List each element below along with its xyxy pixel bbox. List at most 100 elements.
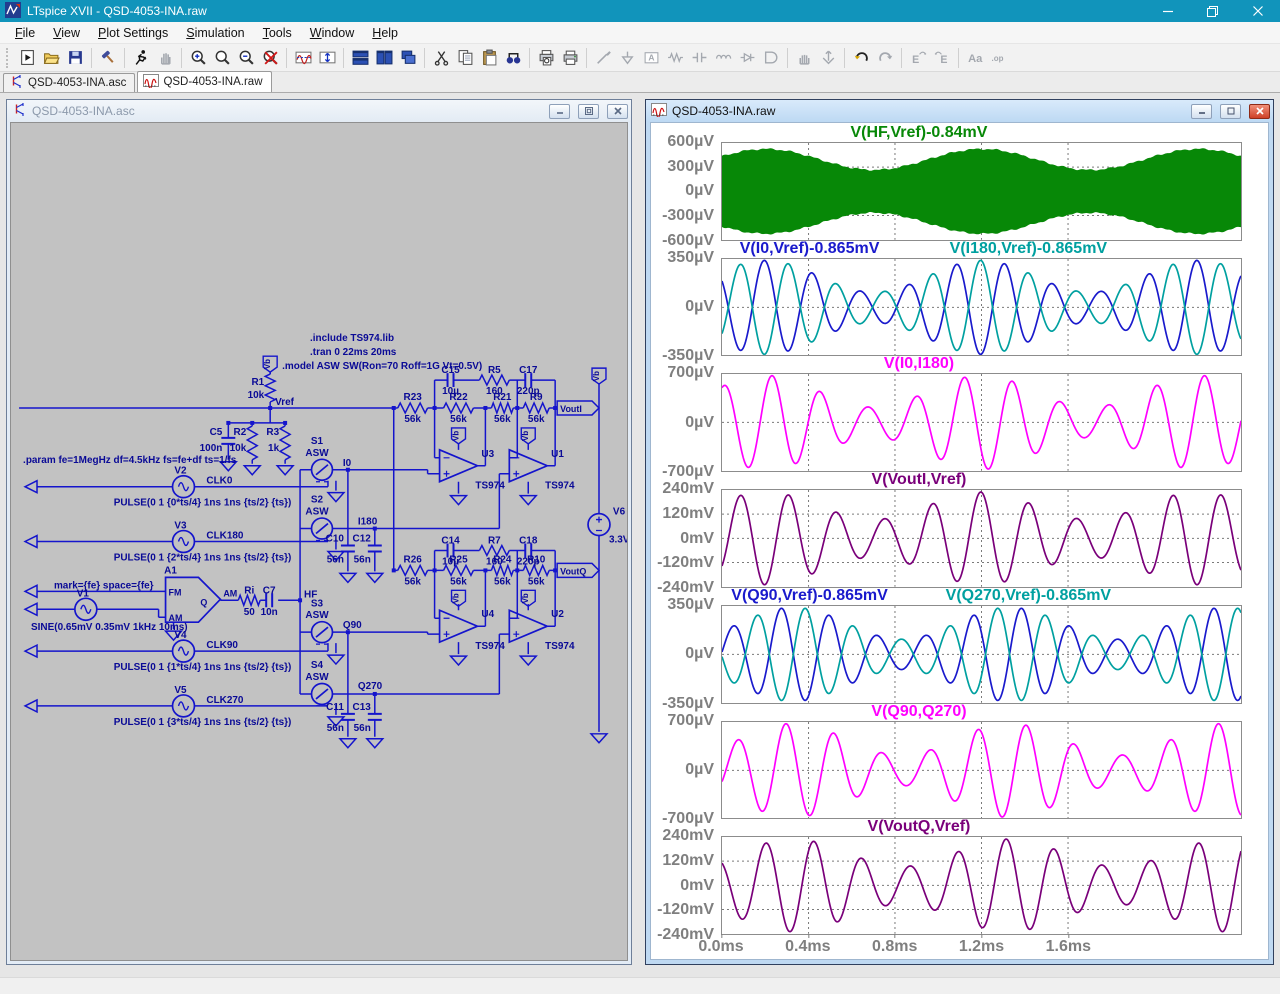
tab-label: QSD-4053-INA.asc xyxy=(28,77,126,89)
wire xyxy=(444,618,450,637)
toolbar-separator xyxy=(424,48,425,68)
schematic-label: S1 xyxy=(311,436,324,447)
waveform-window-titlebar[interactable]: QSD-4053-INA.raw xyxy=(646,100,1273,122)
menu-item-help[interactable]: Help xyxy=(363,24,407,42)
schematic-label: 56k xyxy=(494,576,511,587)
toolbar-copy-icon[interactable] xyxy=(453,46,477,70)
y-tick-label: -350µV xyxy=(662,347,714,365)
toolbar-open-folder-icon[interactable] xyxy=(39,46,63,70)
junction-dot xyxy=(298,598,302,602)
menu-item-simulation[interactable]: Simulation xyxy=(177,24,253,42)
wire xyxy=(280,426,290,460)
schematic-label: 56k xyxy=(404,576,421,587)
wire xyxy=(591,734,607,743)
toolbar-save-icon[interactable] xyxy=(63,46,87,70)
wire xyxy=(398,565,428,575)
toolbar-autorange-icon[interactable] xyxy=(315,46,339,70)
toolbar-separator xyxy=(844,48,845,68)
toolbar-zoom-full-extents-icon[interactable] xyxy=(258,46,282,70)
schematic-label: V6 xyxy=(613,507,626,518)
restore-icon[interactable] xyxy=(1190,0,1235,22)
junction-dot xyxy=(515,406,519,410)
child-close-icon[interactable] xyxy=(607,104,628,119)
plot-pane-2: V(I0,Vref)-0.865mVV(I180,Vref)-0.865mV35… xyxy=(651,241,1268,357)
toolbar-plot-settings-icon[interactable] xyxy=(291,46,315,70)
toolbar-zoom-back-icon[interactable] xyxy=(210,46,234,70)
waveform-grid[interactable] xyxy=(722,143,1241,240)
menu-item-tools[interactable]: Tools xyxy=(254,24,301,42)
child-restore-icon[interactable] xyxy=(1220,104,1241,119)
toolbar-print-preview-icon[interactable] xyxy=(534,46,558,70)
toolbar-zoom-in-icon[interactable] xyxy=(186,46,210,70)
junction-dot xyxy=(392,568,396,572)
toolbar-control-panel-icon[interactable] xyxy=(96,46,120,70)
schematic-label: 50 xyxy=(244,607,256,618)
toolbar-print-icon[interactable] xyxy=(558,46,582,70)
waveform-grid[interactable] xyxy=(722,837,1241,934)
toolbar-zoom-out-icon[interactable] xyxy=(234,46,258,70)
schematic-icon xyxy=(9,74,24,92)
waveform-grid[interactable] xyxy=(722,490,1241,587)
wire xyxy=(25,585,37,597)
schematic-label: Ri xyxy=(244,585,254,596)
toolbar-cascade-icon[interactable] xyxy=(396,46,420,70)
schematic-label: 160 xyxy=(486,386,503,397)
schematic-label: Vref xyxy=(275,397,294,408)
wire xyxy=(509,450,547,482)
wire xyxy=(520,496,536,505)
app-titlebar[interactable]: LTspice XVII - QSD-4053-INA.raw xyxy=(0,0,1280,22)
wire xyxy=(316,689,328,699)
menu-item-file[interactable]: File xyxy=(6,24,44,42)
toolbar-separator xyxy=(529,48,530,68)
schematic-label: R26 xyxy=(404,554,423,565)
schematic-label: Q xyxy=(200,597,207,607)
waveform-grid[interactable] xyxy=(722,722,1241,819)
child-minimize-icon[interactable] xyxy=(1191,104,1212,119)
wire xyxy=(520,656,536,665)
tab-qsd-4053-ina.asc[interactable]: QSD-4053-INA.asc xyxy=(3,73,135,92)
toolbar-undo-icon[interactable] xyxy=(849,46,873,70)
toolbar-paste-icon[interactable] xyxy=(477,46,501,70)
schematic-label: 3.3V xyxy=(609,534,627,545)
waveform-grid[interactable] xyxy=(722,606,1241,703)
menu-item-view[interactable]: View xyxy=(44,24,89,42)
close-icon[interactable] xyxy=(1235,0,1280,22)
plot-pane-5: V(Q90,Vref)-0.865mVV(Q270,Vref)-0.865mV3… xyxy=(651,588,1268,704)
waveform-grid[interactable] xyxy=(722,374,1241,471)
schematic-label: 10n xyxy=(261,607,278,618)
schematic-canvas[interactable]: .include TS974.lib.tran 0 22ms 20ms.mode… xyxy=(10,122,628,961)
schematic-label: SINE(0.65mV 0.35mV 1kHz 10ms) xyxy=(31,622,188,633)
wire xyxy=(523,403,549,413)
schematic-label: C12 xyxy=(353,534,372,545)
trace-label: V(Q90,Vref)-0.865mV xyxy=(731,587,888,605)
waveform-window: QSD-4053-INA.raw V(HF,Vref)-0.84mV600µV3… xyxy=(645,99,1274,965)
child-close-icon[interactable] xyxy=(1249,104,1270,119)
child-maximize-icon[interactable] xyxy=(578,104,599,119)
schematic-label: A1 xyxy=(164,565,177,576)
minimize-icon[interactable] xyxy=(1145,0,1190,22)
toolbar-run-man-icon[interactable] xyxy=(129,46,153,70)
schematic-window-titlebar[interactable]: QSD-4053-INA.asc xyxy=(7,100,631,122)
waveform-icon xyxy=(651,102,667,120)
child-minimize-icon[interactable] xyxy=(549,104,570,119)
waveform-window-title: QSD-4053-INA.raw xyxy=(672,104,1183,118)
y-tick-label: 350µV xyxy=(667,249,714,267)
toolbar-run-page-icon[interactable] xyxy=(15,46,39,70)
schematic-label: 56k xyxy=(404,414,421,425)
toolbar-tile-horizontal-icon[interactable] xyxy=(372,46,396,70)
wire xyxy=(238,595,260,605)
toolbar-find-icon[interactable] xyxy=(501,46,525,70)
menu-item-plot-settings[interactable]: Plot Settings xyxy=(89,24,177,42)
y-tick-label: 0µV xyxy=(685,761,714,779)
tab-qsd-4053-ina.raw[interactable]: QSD-4053-INA.raw xyxy=(137,71,271,92)
toolbar-tile-vertical-icon[interactable] xyxy=(348,46,372,70)
toolbar-halt-hand-icon xyxy=(153,46,177,70)
menu-item-window[interactable]: Window xyxy=(301,24,363,42)
schematic-label: .param fe=1MegHz df=4.5kHz fs=fe+df ts=1… xyxy=(23,455,237,466)
schematic-label: Q270 xyxy=(358,681,383,692)
waveform-grid[interactable] xyxy=(722,259,1241,356)
toolbar-cut-icon[interactable] xyxy=(429,46,453,70)
junction-dot xyxy=(483,568,487,572)
junction-dot xyxy=(553,568,557,572)
y-tick-label: 0µV xyxy=(685,414,714,432)
